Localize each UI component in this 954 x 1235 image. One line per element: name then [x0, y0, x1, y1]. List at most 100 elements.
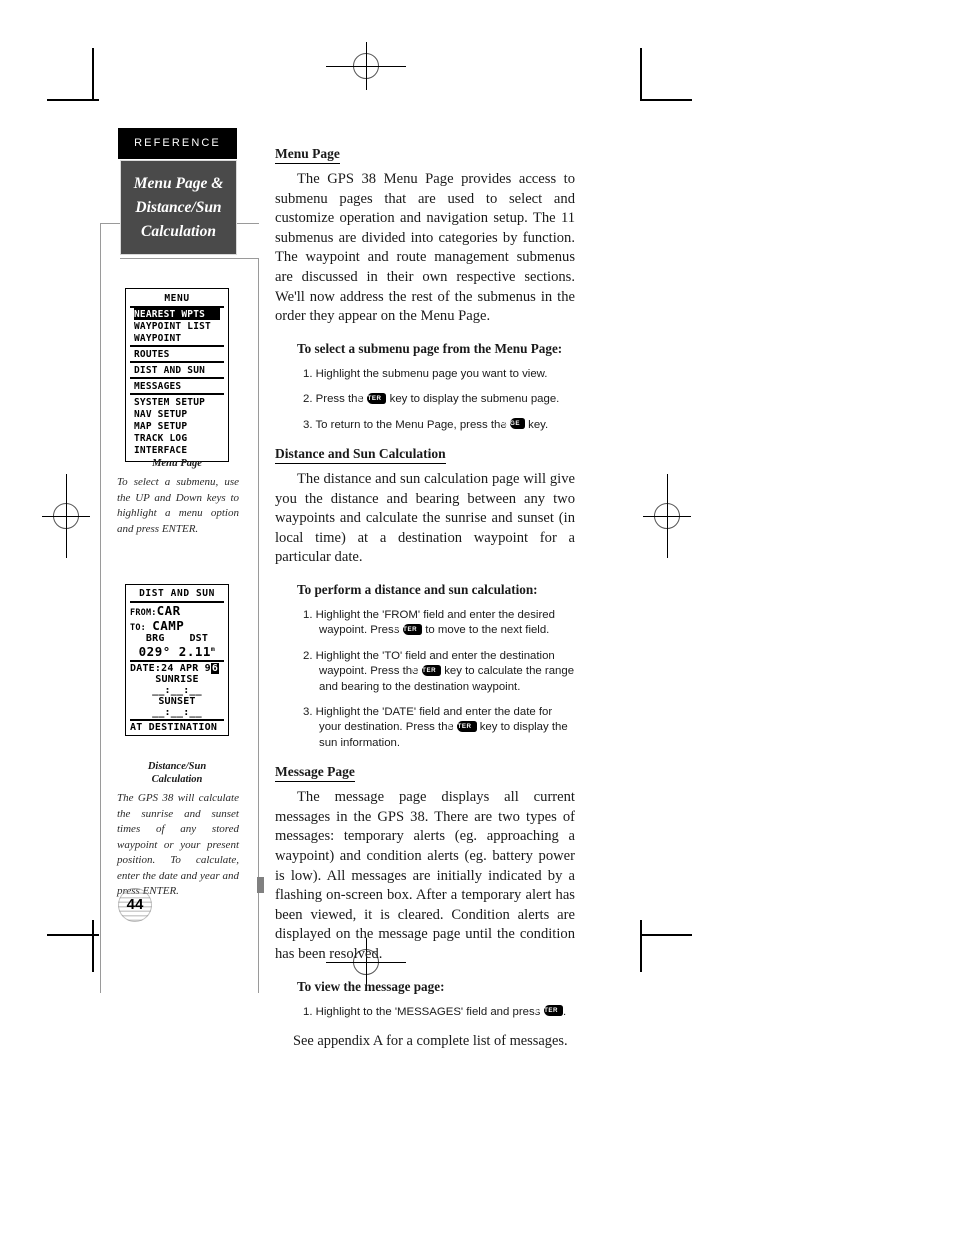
chapter-title-line-1: Menu Page &	[133, 175, 224, 192]
dist-dst-label: DST	[189, 633, 209, 644]
section-heading-distance-sun: Distance and Sun Calculation	[275, 446, 446, 464]
step-number: 1.	[303, 1005, 313, 1018]
dist-brg-dst-headers: BRG DST	[126, 633, 228, 644]
page-number: 44	[126, 896, 144, 913]
menu-item-dist-and-sun[interactable]: DIST AND SUN	[130, 364, 224, 376]
menu-item-waypoint[interactable]: WAYPOINT	[130, 332, 224, 344]
dist-caption-title-line-1: Distance/Sun	[147, 761, 207, 772]
dist-date-cursor[interactable]: 6	[210, 663, 220, 674]
dist-dst-value: 2.11	[178, 644, 211, 659]
menu-group-messages: MESSAGES	[130, 380, 224, 395]
menu-group-routes: ROUTES	[130, 348, 224, 363]
steps-heading-message-page: To view the message page:	[297, 978, 445, 994]
dist-to-value: CAMP	[152, 618, 185, 633]
dist-date-label: DATE:	[130, 663, 162, 674]
chapter-title-box: Menu Page & Distance/Sun Calculation	[120, 160, 237, 255]
distance-sun-screenshot: DIST AND SUN FROM:CAR TO: CAMP BRG DST 0…	[125, 584, 229, 736]
reference-tab: REFERENCE	[118, 128, 237, 159]
step-text: To return to the Menu Page, press the	[315, 418, 507, 431]
dist-from-value: CAR	[156, 603, 181, 618]
enter-key-icon: ENTER	[358, 392, 387, 404]
steps-list-select-submenu: 1. Highlight the submenu page you want t…	[275, 367, 575, 433]
steps-heading-distance-sun: To perform a distance and sun calculatio…	[297, 581, 538, 597]
step-text: Press the	[315, 393, 364, 406]
menu-group-dist-and-sun: DIST AND SUN	[130, 364, 224, 379]
enter-key-icon: ENTER	[413, 664, 442, 676]
page-number-badge: 44	[118, 888, 152, 922]
step-number: 2.	[303, 393, 313, 406]
step-item: 3. Highlight the 'DATE' field and enter …	[275, 705, 575, 751]
dist-separator	[130, 660, 224, 662]
section-heading-message-page: Message Page	[275, 764, 355, 783]
menu-item-routes[interactable]: ROUTES	[130, 348, 224, 360]
step-number: 2.	[303, 649, 313, 662]
crop-mark-top-left-vertical	[92, 48, 94, 100]
menu-item-map-setup[interactable]: MAP SETUP	[130, 420, 224, 432]
dist-caption-title-line-2: Calculation	[151, 774, 203, 785]
crop-mark-top-right-horizontal	[640, 99, 692, 101]
menu-item-track-log[interactable]: TRACK LOG	[130, 432, 224, 444]
crop-mark-top-right-vertical	[640, 48, 642, 100]
dist-from-label: FROM:	[130, 608, 157, 618]
dist-dst-unit: m	[210, 644, 216, 653]
enter-key-icon: ENTER	[448, 720, 477, 732]
section-menu-page-heading-wrap: Menu Page	[275, 145, 575, 164]
menu-page-screenshot: MENU NEAREST WPTS WAYPOINT LIST WAYPOINT…	[125, 288, 229, 462]
dist-footer: AT DESTINATION	[130, 722, 218, 733]
dist-brg-label: BRG	[145, 633, 165, 644]
dist-to-row[interactable]: TO: CAMP	[126, 618, 228, 633]
step-text-post: key to display the submenu page.	[389, 393, 560, 406]
dist-brg-dst-values: 029° 2.11m	[126, 644, 228, 659]
menu-item-nearest-wpts[interactable]: NEAREST WPTS	[134, 308, 220, 320]
chapter-title-line-3: Calculation	[141, 223, 216, 240]
dist-screen-title: DIST AND SUN	[130, 587, 224, 603]
section-paragraph-message-page: The message page displays all current me…	[275, 789, 575, 962]
step-text-post: .	[563, 1005, 567, 1018]
menu-item-nav-setup[interactable]: NAV SETUP	[130, 408, 224, 420]
section-paragraph-distance-sun: The distance and sun calculation page wi…	[275, 470, 575, 566]
dist-figure-caption-title: Distance/Sun Calculation	[112, 760, 242, 786]
section-heading-menu-page: Menu Page	[275, 146, 340, 164]
step-item: 2. Highlight the 'TO' field and enter th…	[275, 649, 575, 695]
dist-date-row[interactable]: DATE:24 APR 96	[126, 663, 228, 674]
step-text-post: key.	[528, 418, 549, 431]
enter-key-icon: ENTER	[535, 1005, 564, 1017]
crop-mark-bottom-right-vertical	[640, 920, 642, 972]
dist-brg-value: 029°	[138, 644, 171, 659]
chapter-title-line-2: Distance/Sun	[135, 199, 222, 216]
steps-list-distance-sun: 1. Highlight the 'FROM' field and enter …	[275, 608, 575, 751]
page-key-icon: PAGE	[501, 418, 525, 430]
menu-group-setup: SYSTEM SETUP NAV SETUP MAP SETUP TRACK L…	[130, 396, 224, 457]
print-color-bar	[257, 877, 264, 893]
step-item: 1. Highlight the submenu page you want t…	[275, 367, 575, 382]
reference-tab-label: REFERENCE	[134, 137, 221, 149]
step-number: 1.	[303, 367, 313, 380]
step-item: 2. Press the ENTER key to display the su…	[275, 392, 575, 407]
dist-figure-caption-body: The GPS 38 will calculate the sunrise an…	[117, 792, 239, 897]
enter-key-icon: ENTER	[394, 623, 423, 635]
dist-sunrise-value: __:__:__	[152, 685, 202, 696]
menu-item-messages[interactable]: MESSAGES	[130, 380, 224, 392]
steps-list-message-page: 1. Highlight to the 'MESSAGES' field and…	[275, 1005, 575, 1020]
crop-mark-top-left-horizontal	[47, 99, 99, 101]
step-text: Highlight the submenu page you want to v…	[315, 367, 548, 380]
dist-from-row[interactable]: FROM:CAR	[126, 603, 228, 618]
step-text: Highlight to the 'MESSAGES' field and pr…	[315, 1005, 541, 1018]
steps-heading-select-submenu: To select a submenu page from the Menu P…	[297, 340, 563, 356]
section-distance-sun-heading-wrap: Distance and Sun Calculation	[275, 445, 575, 464]
step-number: 3.	[303, 705, 313, 718]
menu-item-system-setup[interactable]: SYSTEM SETUP	[130, 396, 224, 408]
dist-date-value: 24 APR 9	[161, 663, 211, 674]
menu-item-waypoint-list[interactable]: WAYPOINT LIST	[130, 320, 224, 332]
step-text-post: to move to the next field.	[425, 624, 550, 637]
menu-screen-title: MENU	[130, 292, 224, 308]
crop-mark-bottom-left-horizontal	[47, 934, 99, 936]
appendix-note: See appendix A for a complete list of me…	[293, 1032, 568, 1049]
step-item: 1. Highlight the 'FROM' field and enter …	[275, 608, 575, 639]
dist-sunset-label: SUNSET	[158, 696, 196, 707]
dist-separator-bottom	[130, 719, 224, 721]
section-message-page-heading-wrap: Message Page	[275, 763, 575, 783]
step-item: 1. Highlight to the 'MESSAGES' field and…	[275, 1005, 575, 1020]
menu-item-interface[interactable]: INTERFACE	[130, 444, 224, 456]
menu-group-waypoints: NEAREST WPTS WAYPOINT LIST WAYPOINT	[130, 308, 224, 347]
